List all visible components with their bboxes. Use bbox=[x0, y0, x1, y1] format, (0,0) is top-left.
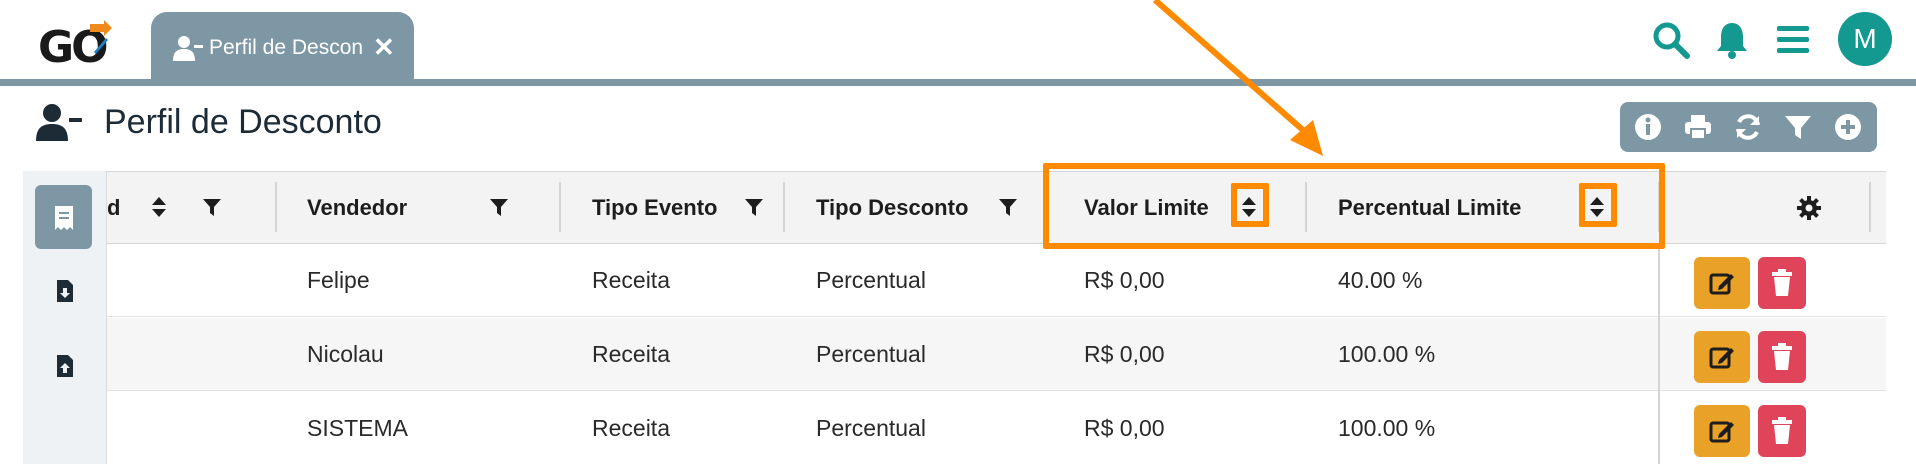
filter-icon[interactable] bbox=[1784, 113, 1812, 141]
refresh-icon[interactable] bbox=[1734, 113, 1762, 141]
cell-vendedor: Felipe bbox=[307, 267, 370, 293]
delete-button[interactable] bbox=[1758, 331, 1806, 383]
cell-valor-limite: R$ 0,00 bbox=[1084, 415, 1165, 441]
info-icon[interactable] bbox=[1634, 113, 1662, 141]
upload-file-icon bbox=[57, 355, 73, 377]
trash-icon bbox=[1772, 343, 1792, 370]
app-window: GO Perfil de Descon ✕ M Perfil de Descon… bbox=[0, 0, 1916, 464]
highlight-box-limit-columns bbox=[1043, 163, 1665, 249]
column-separator bbox=[559, 182, 561, 232]
cell-vendedor: Nicolau bbox=[307, 341, 384, 367]
table-row[interactable]: Nicolau Receita Percentual R$ 0,00 100.0… bbox=[107, 318, 1886, 391]
cell-percentual-limite: 100.00 % bbox=[1338, 415, 1436, 441]
cell-tipo-evento: Receita bbox=[592, 267, 670, 293]
edit-icon bbox=[1709, 347, 1734, 369]
cell-tipo-desconto: Percentual bbox=[816, 341, 926, 367]
column-separator bbox=[783, 182, 785, 232]
filter-icon[interactable] bbox=[744, 197, 764, 217]
filter-icon[interactable] bbox=[998, 197, 1018, 217]
cell-tipo-desconto: Percentual bbox=[816, 415, 926, 441]
trash-icon bbox=[1772, 417, 1792, 444]
delete-button[interactable] bbox=[1758, 257, 1806, 309]
trash-icon bbox=[1772, 269, 1792, 296]
bell-icon[interactable] bbox=[1712, 20, 1752, 60]
column-header-id: d bbox=[107, 195, 121, 220]
column-separator bbox=[275, 182, 277, 232]
gear-icon[interactable] bbox=[1797, 196, 1821, 220]
column-header-tipo-evento: Tipo Evento bbox=[592, 195, 718, 220]
rail-button-download[interactable] bbox=[35, 259, 92, 323]
tab-perfil-de-desconto[interactable]: Perfil de Descon ✕ bbox=[151, 12, 414, 80]
cell-tipo-evento: Receita bbox=[592, 415, 670, 441]
cell-valor-limite: R$ 0,00 bbox=[1084, 267, 1165, 293]
tab-label: Perfil de Descon bbox=[209, 36, 364, 59]
column-separator bbox=[1869, 182, 1871, 232]
side-rail bbox=[23, 171, 107, 464]
delete-button[interactable] bbox=[1758, 405, 1806, 457]
user-avatar[interactable]: M bbox=[1838, 12, 1892, 66]
rail-button-receipt[interactable] bbox=[35, 185, 92, 249]
navbar-divider bbox=[0, 79, 1916, 86]
cell-percentual-limite: 100.00 % bbox=[1338, 341, 1436, 367]
column-header-tipo-desconto: Tipo Desconto bbox=[816, 195, 969, 220]
user-minus-icon bbox=[36, 104, 82, 141]
table-row[interactable]: Felipe Receita Percentual R$ 0,00 40.00 … bbox=[107, 244, 1886, 317]
edit-icon bbox=[1709, 421, 1734, 443]
filter-icon[interactable] bbox=[489, 197, 509, 217]
edit-icon bbox=[1709, 273, 1734, 295]
logo-accent-icon bbox=[90, 20, 112, 54]
download-file-icon bbox=[57, 280, 73, 302]
table-row[interactable]: SISTEMA Receita Percentual R$ 0,00 100.0… bbox=[107, 392, 1886, 464]
cell-tipo-desconto: Percentual bbox=[816, 267, 926, 293]
cell-tipo-evento: Receita bbox=[592, 341, 670, 367]
cell-valor-limite: R$ 0,00 bbox=[1084, 341, 1165, 367]
edit-button[interactable] bbox=[1694, 331, 1750, 383]
page-toolbar bbox=[1620, 102, 1877, 152]
cell-vendedor: SISTEMA bbox=[307, 415, 408, 441]
user-minus-icon bbox=[173, 36, 203, 61]
app-logo[interactable]: GO bbox=[38, 18, 124, 73]
top-navbar: GO Perfil de Descon ✕ M bbox=[0, 0, 1916, 80]
actions-column-separator bbox=[1658, 244, 1660, 464]
add-icon[interactable] bbox=[1834, 113, 1862, 141]
receipt-icon bbox=[55, 206, 73, 230]
highlight-box-sort-percentual bbox=[1579, 183, 1617, 227]
close-tab-icon[interactable]: ✕ bbox=[373, 34, 395, 60]
search-icon[interactable] bbox=[1651, 20, 1691, 60]
page-title: Perfil de Desconto bbox=[104, 103, 382, 141]
column-header-vendedor: Vendedor bbox=[307, 195, 408, 220]
menu-icon[interactable] bbox=[1773, 20, 1813, 60]
sort-icon[interactable] bbox=[151, 196, 167, 218]
filter-icon[interactable] bbox=[202, 197, 222, 217]
rail-button-upload[interactable] bbox=[35, 334, 92, 398]
cell-percentual-limite: 40.00 % bbox=[1338, 267, 1423, 293]
print-icon[interactable] bbox=[1684, 113, 1712, 141]
edit-button[interactable] bbox=[1694, 405, 1750, 457]
edit-button[interactable] bbox=[1694, 257, 1750, 309]
highlight-box-sort-valor bbox=[1231, 183, 1269, 227]
